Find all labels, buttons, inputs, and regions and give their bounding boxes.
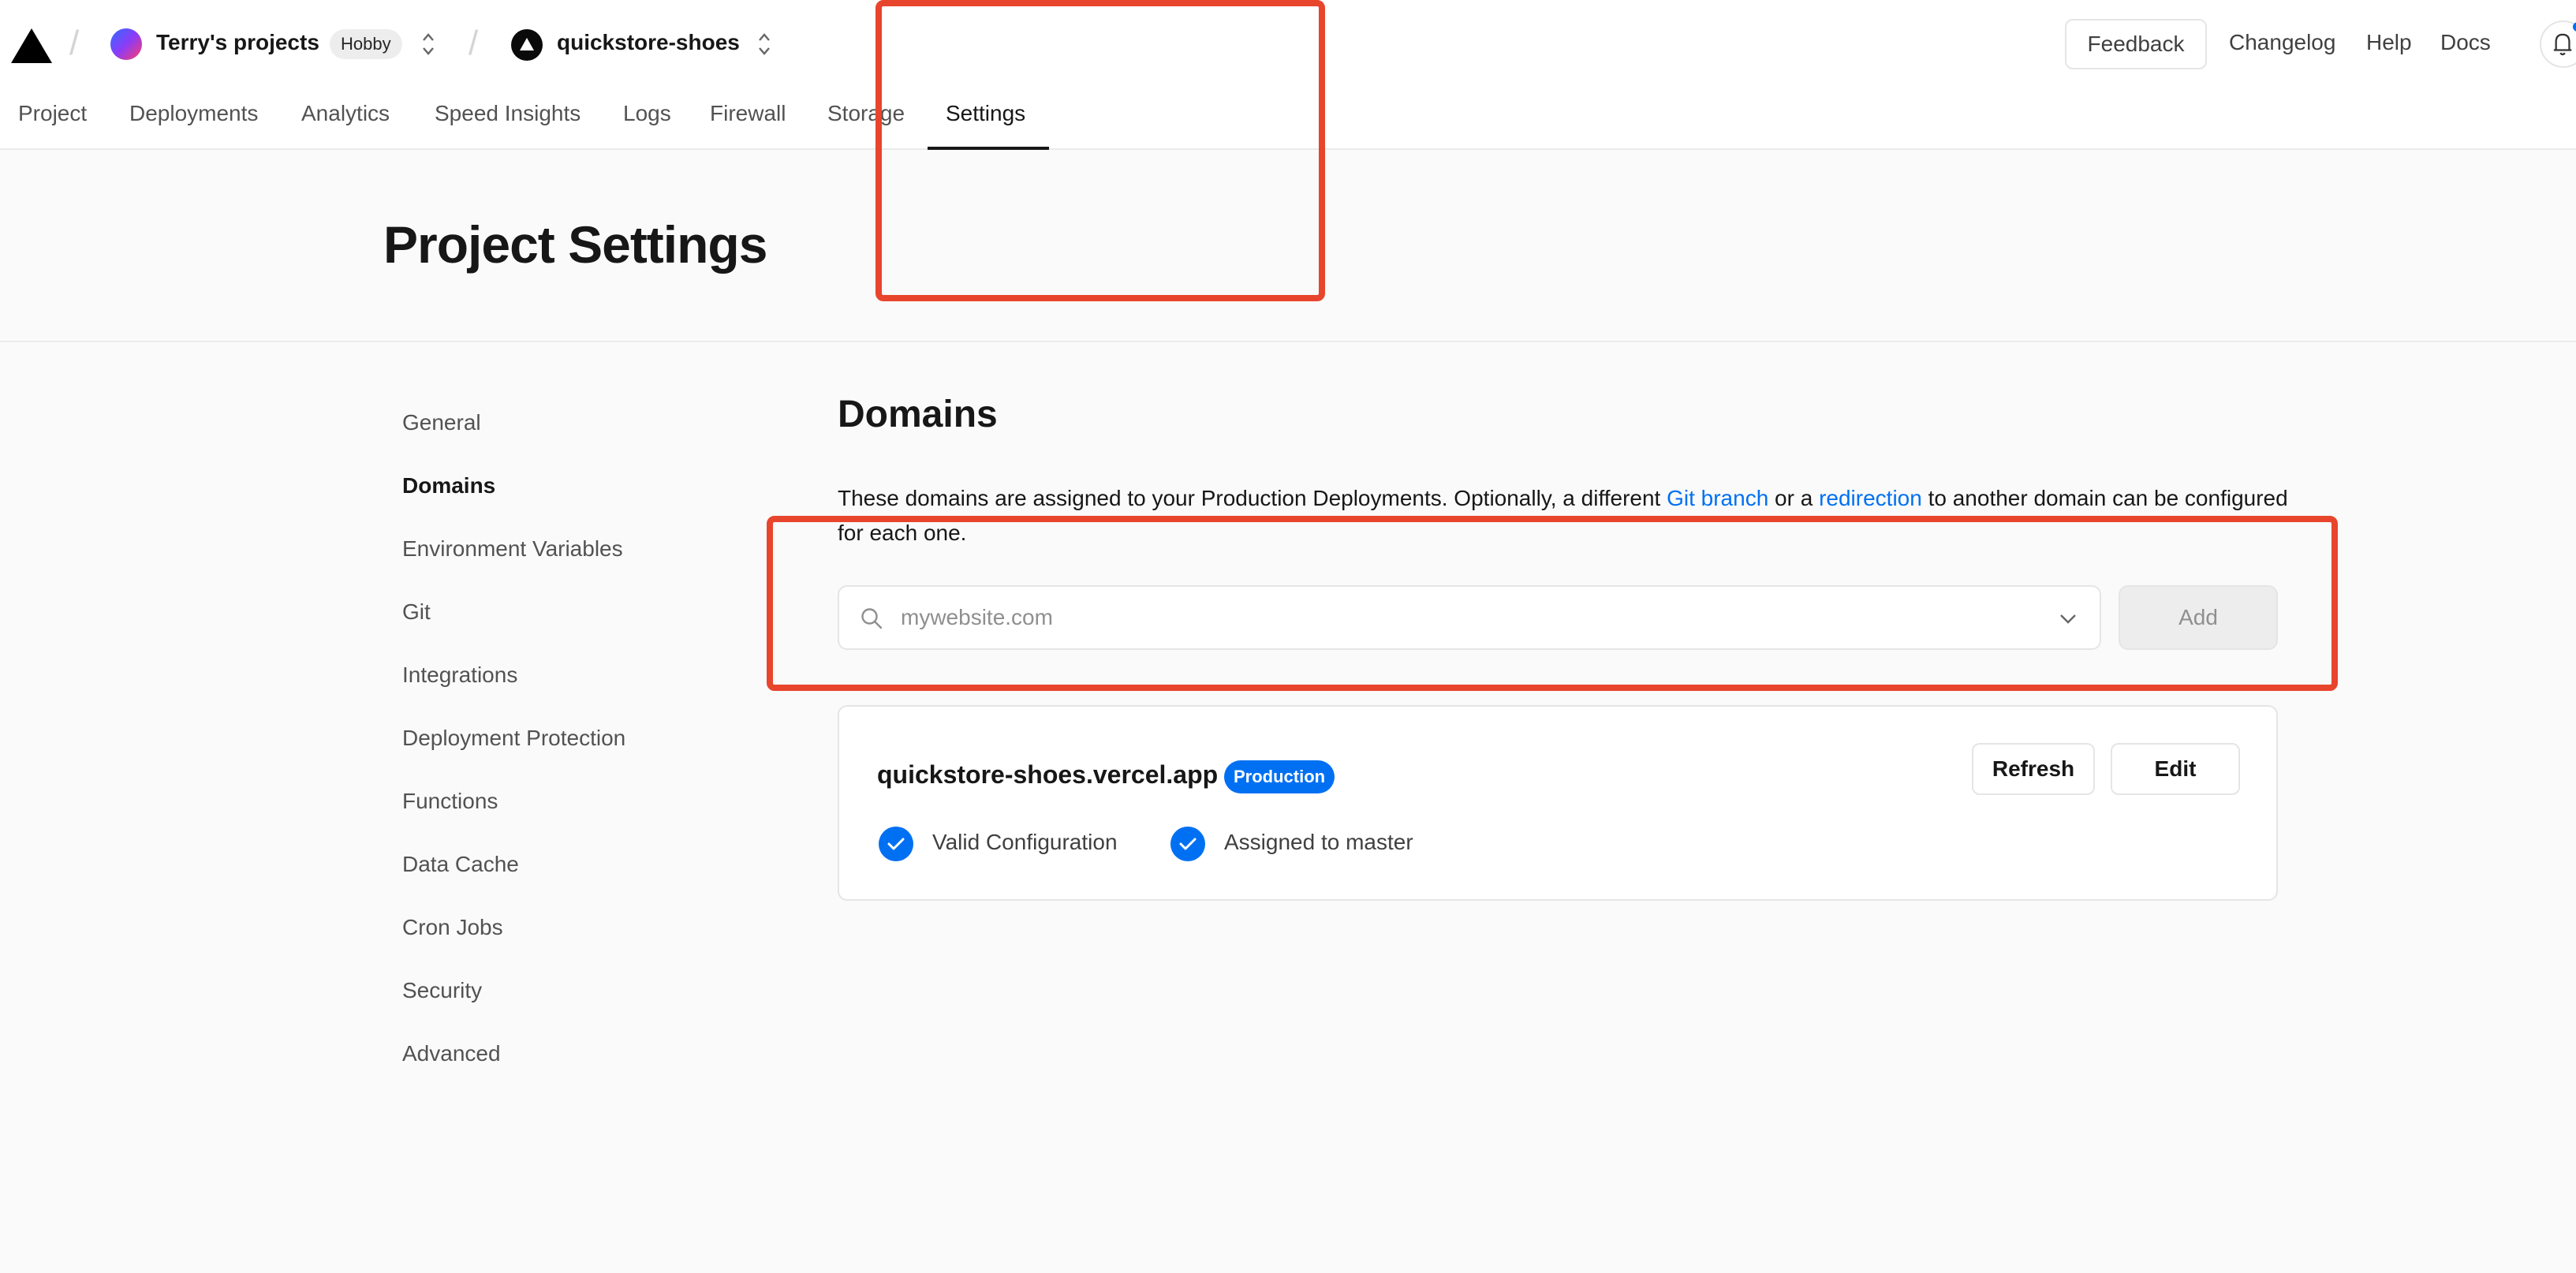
sidebar-item-environment-variables[interactable]: Environment Variables	[402, 536, 623, 562]
vercel-logo-icon[interactable]	[11, 28, 52, 63]
sidebar-item-git[interactable]: Git	[402, 599, 431, 625]
description-text: or a	[1768, 486, 1820, 510]
chevron-down-icon[interactable]	[2057, 609, 2079, 628]
breadcrumb-separator: /	[69, 24, 80, 62]
active-tab-indicator	[928, 147, 1049, 150]
feedback-button[interactable]: Feedback	[2065, 19, 2207, 69]
project-switcher-chevrons-icon[interactable]	[756, 30, 773, 58]
domain-card: quickstore-shoes.vercel.app Production R…	[838, 705, 2278, 901]
domains-section-title: Domains	[838, 394, 998, 435]
sidebar-item-integrations[interactable]: Integrations	[402, 663, 517, 688]
sidebar-item-deployment-protection[interactable]: Deployment Protection	[402, 726, 625, 751]
tab-project[interactable]: Project	[18, 101, 87, 126]
production-badge: Production	[1224, 760, 1335, 793]
sidebar-item-data-cache[interactable]: Data Cache	[402, 852, 519, 877]
add-domain-button[interactable]: Add	[2119, 585, 2278, 650]
domains-description: These domains are assigned to your Produ…	[838, 481, 2289, 551]
edit-button[interactable]: Edit	[2111, 743, 2240, 795]
tab-speed-insights[interactable]: Speed Insights	[435, 101, 581, 126]
tab-settings[interactable]: Settings	[946, 101, 1025, 126]
changelog-link[interactable]: Changelog	[2229, 30, 2335, 55]
redirection-link[interactable]: redirection	[1819, 486, 1922, 510]
project-logo-icon[interactable]	[511, 29, 543, 61]
refresh-button[interactable]: Refresh	[1972, 743, 2095, 795]
sidebar-item-general[interactable]: General	[402, 410, 481, 435]
sidebar-item-functions[interactable]: Functions	[402, 789, 498, 814]
sidebar-item-cron-jobs[interactable]: Cron Jobs	[402, 915, 503, 940]
sidebar-item-domains[interactable]: Domains	[402, 473, 495, 498]
check-circle-icon	[1170, 827, 1205, 861]
tab-logs[interactable]: Logs	[623, 101, 671, 126]
check-circle-icon	[879, 827, 913, 861]
top-navigation-bar: / Terry's projects Hobby / quickstore-sh…	[0, 0, 2576, 150]
valid-configuration-status: Valid Configuration	[932, 830, 1118, 854]
docs-link[interactable]: Docs	[2440, 30, 2491, 55]
team-avatar[interactable]	[110, 28, 142, 60]
help-link[interactable]: Help	[2366, 30, 2412, 55]
plan-badge: Hobby	[330, 29, 402, 59]
domain-name[interactable]: quickstore-shoes.vercel.app	[877, 760, 1218, 790]
sidebar-item-advanced[interactable]: Advanced	[402, 1041, 501, 1066]
project-name[interactable]: quickstore-shoes	[557, 30, 740, 55]
git-branch-link[interactable]: Git branch	[1667, 486, 1768, 510]
assigned-branch-status: Assigned to master	[1224, 830, 1413, 854]
breadcrumb-separator: /	[469, 24, 479, 62]
page-title: Project Settings	[383, 215, 767, 274]
tab-firewall[interactable]: Firewall	[710, 101, 786, 126]
tab-analytics[interactable]: Analytics	[301, 101, 390, 126]
domain-combobox[interactable]	[838, 585, 2101, 650]
search-icon	[861, 608, 883, 629]
sidebar-item-security[interactable]: Security	[402, 978, 482, 1003]
domain-input[interactable]	[901, 598, 2021, 637]
description-text: These domains are assigned to your Produ…	[838, 486, 1667, 510]
tab-storage[interactable]: Storage	[827, 101, 905, 126]
team-switcher-chevrons-icon[interactable]	[420, 30, 437, 58]
tab-deployments[interactable]: Deployments	[129, 101, 258, 126]
team-name[interactable]: Terry's projects	[156, 30, 319, 55]
notifications-bell-icon[interactable]	[2540, 21, 2576, 68]
